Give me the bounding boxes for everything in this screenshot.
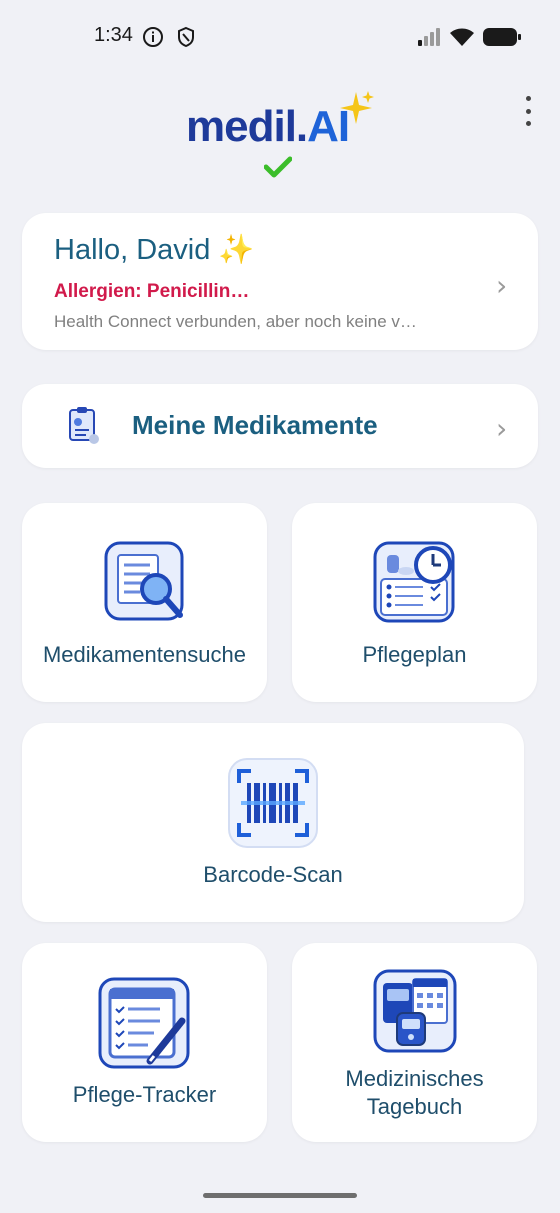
app-logo: medil.AI — [186, 91, 376, 184]
allergy-text: Allergien: Penicillin… — [54, 281, 250, 302]
barcode-scan-icon — [228, 758, 318, 848]
care-plan-label: Pflegeplan — [362, 642, 467, 667]
care-plan-icon — [373, 541, 455, 623]
logo-wordmark: medil.AI — [186, 102, 350, 151]
more-vert-icon[interactable] — [518, 96, 538, 126]
check-icon — [264, 156, 292, 178]
care-plan-tile[interactable]: Pflegeplan — [292, 503, 537, 702]
medical-diary-icon — [373, 969, 457, 1053]
care-tracker-label: Pflege-Tracker — [72, 1082, 217, 1107]
medical-diary-label-line2: Tagebuch — [366, 1094, 463, 1119]
health-connect-status: Health Connect verbunden, aber noch kein… — [54, 312, 417, 331]
greeting-title: Hallo, David ✨ — [54, 234, 255, 266]
chevron-right-icon: › — [496, 412, 508, 445]
status-time: 1:34 — [94, 24, 133, 46]
barcode-scan-label: Barcode-Scan — [203, 862, 343, 887]
info-icon — [143, 27, 163, 47]
medication-search-icon — [104, 541, 184, 621]
medication-search-label: Medikamentensuche — [42, 642, 246, 667]
medication-list-icon — [69, 407, 99, 444]
barcode-scan-tile[interactable]: Barcode-Scan — [22, 723, 524, 922]
care-tracker-icon — [98, 977, 190, 1069]
signal-icon — [418, 28, 440, 46]
medication-search-tile[interactable]: Medikamentensuche — [22, 503, 267, 702]
battery-icon — [483, 28, 521, 46]
home-indicator[interactable] — [203, 1193, 357, 1198]
medical-diary-tile[interactable]: Medizinisches Tagebuch — [292, 943, 537, 1142]
medical-diary-label-line1: Medizinisches — [345, 1066, 484, 1091]
care-tracker-tile[interactable]: Pflege-Tracker — [22, 943, 267, 1142]
my-medications-label: Meine Medikamente — [132, 410, 378, 440]
sparkle-icon — [340, 91, 374, 124]
status-bar: 1:34 — [0, 0, 560, 72]
my-medications-card[interactable]: Meine Medikamente › — [22, 384, 538, 468]
wifi-icon — [450, 28, 474, 46]
profile-summary-card[interactable]: Hallo, David ✨ Allergien: Penicillin… He… — [22, 213, 538, 350]
shield-icon — [178, 26, 194, 48]
chevron-right-icon: › — [496, 269, 508, 302]
